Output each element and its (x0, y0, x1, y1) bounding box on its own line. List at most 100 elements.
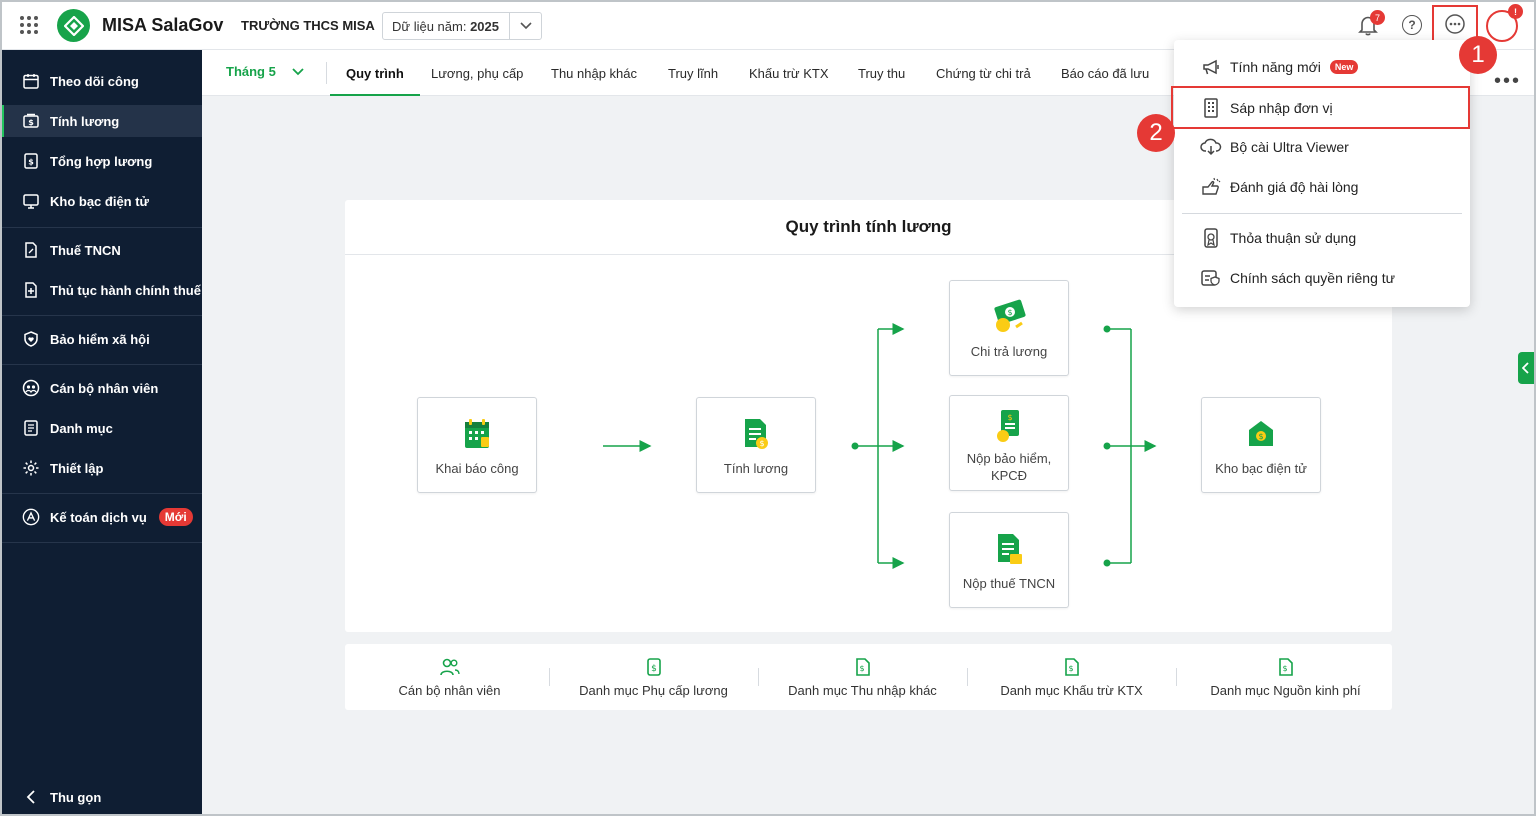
svg-text:$: $ (859, 664, 864, 673)
document-money-icon: $ (646, 656, 662, 678)
svg-text:$: $ (651, 664, 657, 674)
sidebar-item-bao-hiem-xa-hoi[interactable]: Bảo hiểm xã hội (0, 323, 202, 355)
avatar-alert-badge: ! (1508, 4, 1523, 19)
quick-link-danh-muc-phu-cap-luong[interactable]: $ Danh mục Phụ cấp lương (549, 644, 758, 710)
new-badge: Mới (158, 508, 193, 526)
callout-2: 2 (1137, 114, 1175, 152)
people-icon (439, 656, 460, 678)
privacy-icon (1200, 267, 1222, 289)
sidebar-divider (0, 315, 202, 316)
svg-text:$: $ (1068, 664, 1073, 673)
menu-item-label: Sáp nhập đơn vị (1230, 99, 1333, 116)
step-chi-tra-luong[interactable]: $ Chi trả lương (949, 280, 1069, 376)
tab-khau-tru-ktx[interactable]: Khấu trừ KTX (749, 50, 829, 96)
sidebar-item-ke-toan-dich-vu[interactable]: Kế toán dịch vụ Mới (0, 501, 202, 533)
sidebar-item-thue-tncn[interactable]: Thuế TNCN (0, 234, 202, 266)
quick-links: Cán bộ nhân viên $ Danh mục Phụ cấp lươn… (345, 644, 1392, 710)
brand-logo (57, 9, 90, 42)
ellipsis-circle-icon (1445, 14, 1465, 34)
sidebar-item-label: Thiết lập (50, 460, 104, 476)
tax-document-icon (995, 531, 1023, 567)
menu-item-bo-cai-ultra-viewer[interactable]: Bộ cài Ultra Viewer (1174, 127, 1470, 167)
month-select[interactable]: Tháng 5 (226, 64, 276, 79)
quick-link-danh-muc-nguon-kinh-phi[interactable]: $ Danh mục Nguồn kinh phí (1181, 644, 1390, 710)
step-tinh-luong[interactable]: $ Tính lương (696, 397, 816, 493)
sidebar-item-danh-muc[interactable]: Danh mục (0, 412, 202, 444)
calendar-icon (22, 72, 40, 90)
side-panel-toggle[interactable] (1518, 352, 1534, 384)
sidebar-item-tong-hop-luong[interactable]: $ Tổng hợp lương (0, 145, 202, 177)
chevron-down-icon[interactable] (292, 64, 304, 83)
sidebar: Theo dõi công $ Tính lương $ Tổng hợp lư… (0, 50, 202, 816)
tab-truy-linh[interactable]: Truy lĩnh (668, 50, 718, 96)
menu-divider (1182, 213, 1462, 214)
menu-item-thoa-thuan-su-dung[interactable]: Thỏa thuận sử dụng (1174, 218, 1470, 258)
step-nop-bao-hiem[interactable]: $ Nộp bảo hiểm, KPCĐ (949, 395, 1069, 491)
calendar-icon (463, 416, 491, 452)
document-arrow-icon: $ (855, 656, 871, 678)
quick-link-label: Danh mục Nguồn kinh phí (1210, 683, 1361, 698)
year-select[interactable]: Dữ liệu năm: 2025 (382, 12, 542, 40)
sidebar-item-thu-tuc-hanh-chinh-thue[interactable]: Thủ tục hành chính thuế (0, 274, 202, 306)
school-name: TRƯỜNG THCS MISA (241, 18, 375, 33)
svg-text:$: $ (1007, 413, 1012, 422)
monitor-icon (22, 192, 40, 210)
document-money-icon: $ (22, 152, 40, 170)
help-icon[interactable]: ? (1402, 15, 1422, 35)
more-tabs-icon[interactable]: ••• (1494, 70, 1521, 93)
tax-document-icon (22, 241, 40, 259)
step-label: Chi trả lương (970, 344, 1048, 359)
sidebar-item-thiet-lap[interactable]: Thiết lập (0, 452, 202, 484)
sidebar-collapse-button[interactable]: Thu gọn (0, 781, 202, 813)
menu-item-label: Đánh giá độ hài lòng (1230, 179, 1359, 195)
menu-item-label: Bộ cài Ultra Viewer (1230, 139, 1349, 155)
quick-link-label: Danh mục Phụ cấp lương (579, 683, 728, 698)
menu-item-tinh-nang-moi[interactable]: Tính năng mới New (1174, 47, 1470, 87)
menu-item-chinh-sach-quyen-rieng-tu[interactable]: Chính sách quyền riêng tư (1174, 258, 1470, 298)
svg-text:$: $ (28, 158, 34, 167)
step-khai-bao-cong[interactable]: Khai báo công (417, 397, 537, 493)
menu-item-label: Tính năng mới (1230, 59, 1321, 75)
chevron-left-icon (1522, 362, 1529, 374)
quick-link-danh-muc-khau-tru-ktx[interactable]: $ Danh mục Khấu trừ KTX (967, 644, 1176, 710)
sidebar-item-tinh-luong[interactable]: $ Tính lương (0, 105, 202, 137)
sidebar-item-label: Cán bộ nhân viên (50, 380, 159, 396)
callout-1: 1 (1459, 36, 1497, 74)
quick-link-can-bo-nhan-vien[interactable]: Cán bộ nhân viên (345, 644, 554, 710)
quick-link-danh-muc-thu-nhap-khac[interactable]: $ Danh mục Thu nhập khác (758, 644, 967, 710)
tab-truy-thu[interactable]: Truy thu (858, 50, 905, 96)
list-icon (22, 419, 40, 437)
menu-item-sap-nhap-don-vi[interactable]: Sáp nhập đơn vị (1171, 86, 1470, 129)
step-kho-bac-dien-tu[interactable]: $ Kho bạc điện tử (1201, 397, 1321, 493)
tab-luong-phu-cap[interactable]: Lương, phụ cấp (431, 50, 523, 96)
salary-document-icon: $ (742, 416, 770, 452)
step-nop-thue-tncn[interactable]: Nộp thuế TNCN (949, 512, 1069, 608)
chevron-down-icon[interactable] (509, 13, 541, 39)
sidebar-item-theo-doi-cong[interactable]: Theo dõi công (0, 65, 202, 97)
sidebar-divider (0, 493, 202, 494)
sidebar-item-label: Kho bạc điện tử (50, 193, 149, 209)
tab-thu-nhap-khac[interactable]: Thu nhập khác (551, 50, 637, 96)
year-value: 2025 (470, 18, 499, 34)
svg-text:$: $ (1282, 664, 1287, 673)
more-options-menu: Tính năng mới New Sáp nhập đơn vị Bộ cài… (1171, 40, 1470, 307)
sidebar-divider (0, 227, 202, 228)
sidebar-item-label: Thuế TNCN (50, 242, 121, 258)
svg-text:$: $ (1007, 308, 1012, 317)
rating-icon (1200, 176, 1222, 198)
sidebar-item-kho-bac-dien-tu[interactable]: Kho bạc điện tử (0, 185, 202, 217)
sidebar-item-can-bo-nhan-vien[interactable]: Cán bộ nhân viên (0, 372, 202, 404)
step-label: Tính lương (723, 461, 789, 476)
notification-badge: 7 (1370, 10, 1385, 25)
tab-chung-tu-chi-tra[interactable]: Chứng từ chi trả (936, 50, 1031, 96)
chevron-left-icon (22, 788, 40, 806)
year-prefix: Dữ liệu năm: (392, 18, 467, 34)
quick-link-label: Danh mục Thu nhập khác (788, 683, 937, 698)
step-label: Kho bạc điện tử (1215, 461, 1307, 476)
new-badge: New (1329, 60, 1359, 74)
menu-item-danh-gia-do-hai-long[interactable]: Đánh giá độ hài lòng (1174, 167, 1470, 207)
tab-quy-trinh[interactable]: Quy trình (330, 50, 420, 96)
salary-icon: $ (22, 112, 40, 130)
app-grid-icon[interactable] (20, 16, 38, 34)
tab-bao-cao-da-luu[interactable]: Báo cáo đã lưu (1061, 50, 1149, 96)
